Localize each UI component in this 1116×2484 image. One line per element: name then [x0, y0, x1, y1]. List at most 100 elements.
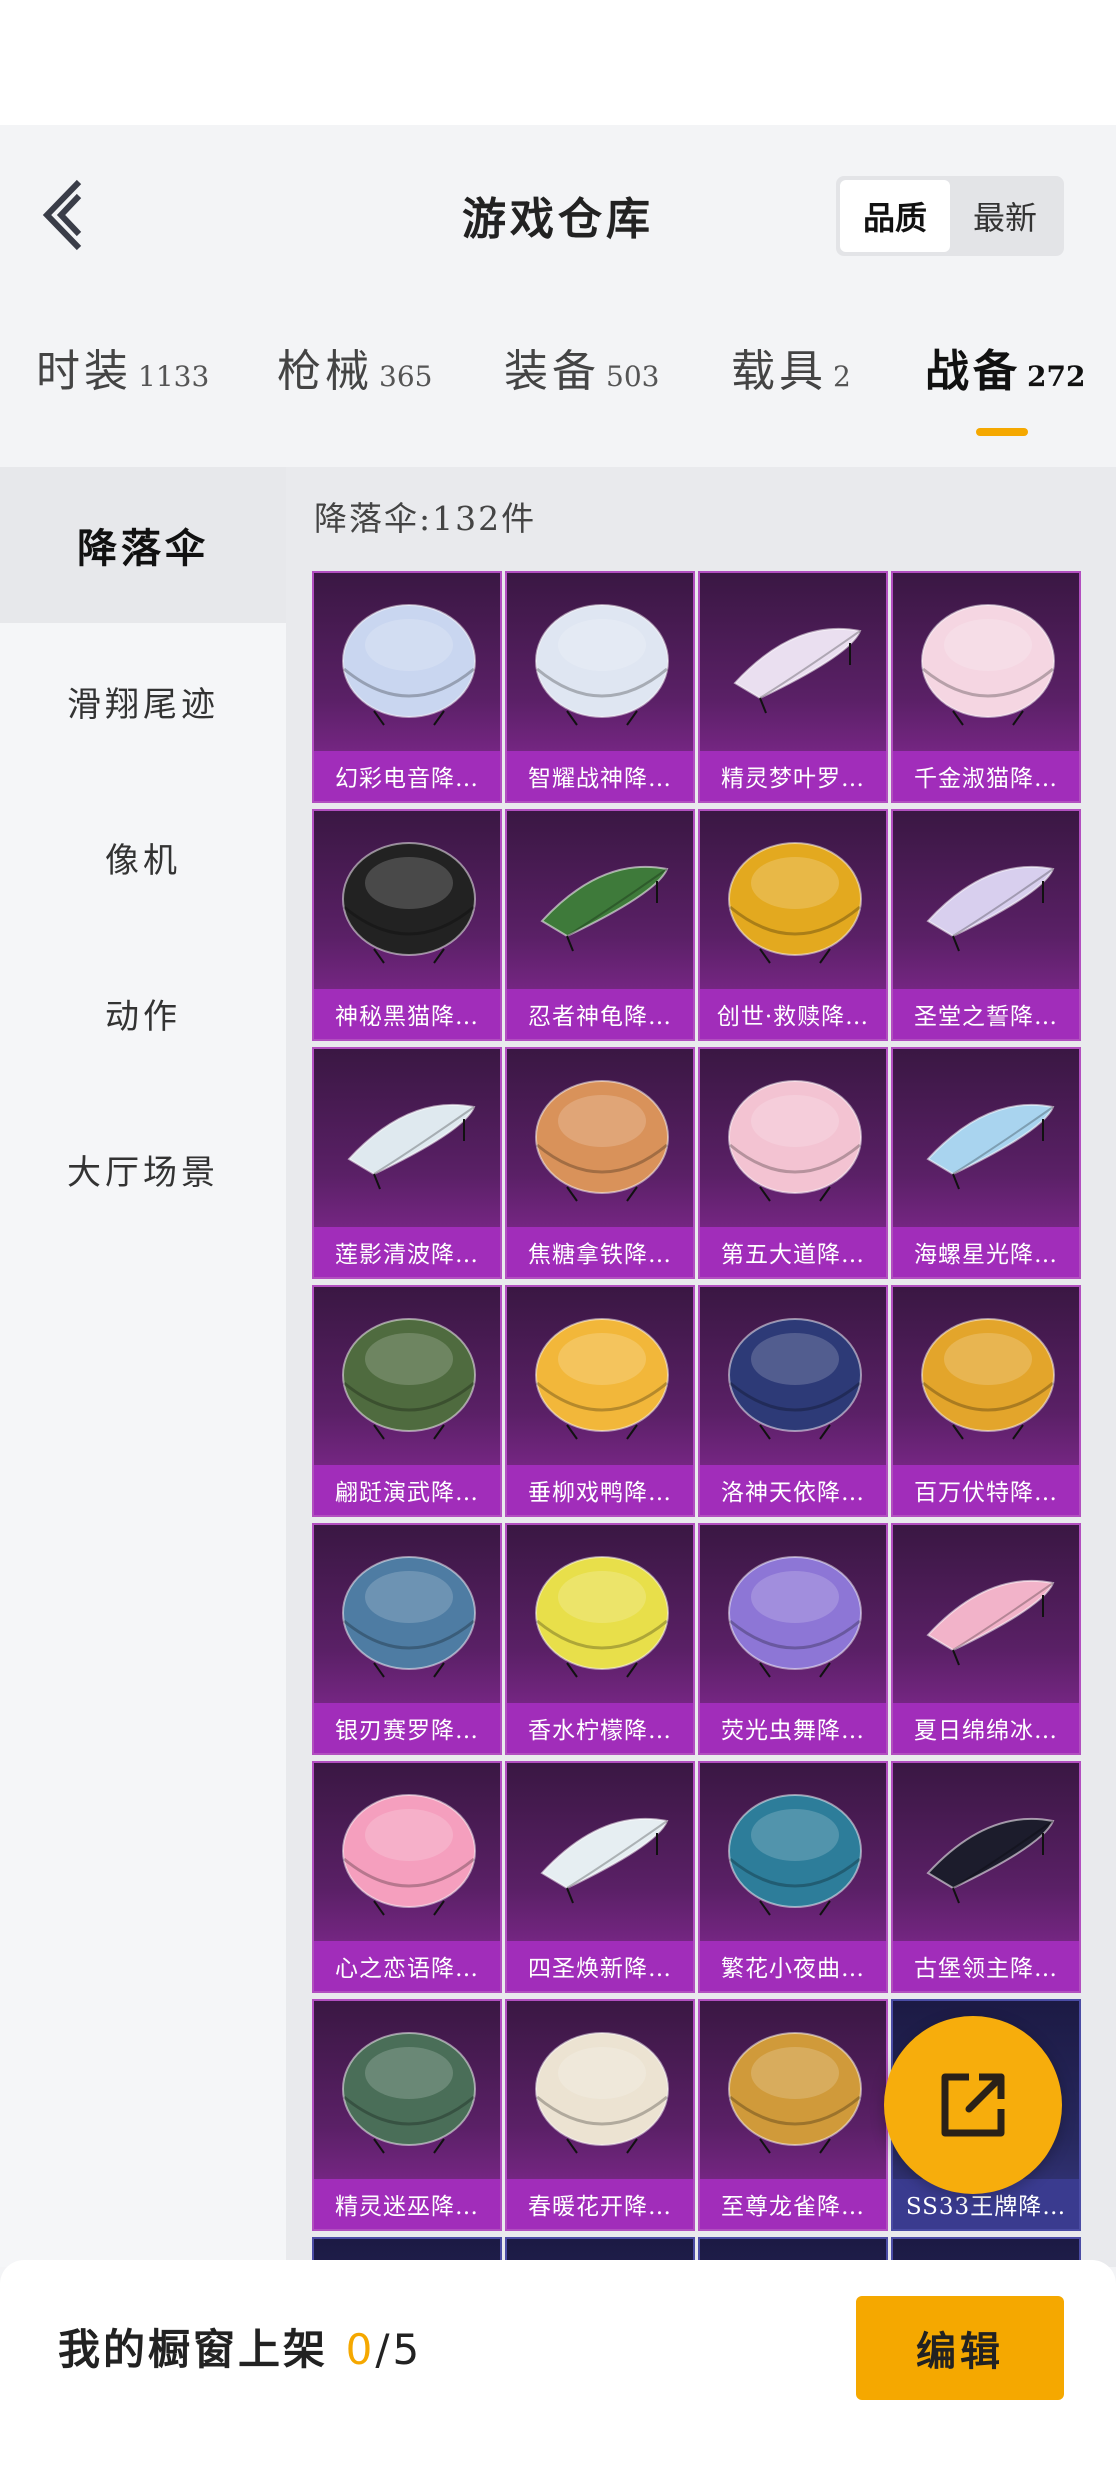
item-name: 夏日绵绵冰…	[893, 1703, 1079, 1753]
tab-weapons[interactable]: 枪械 365	[277, 335, 432, 399]
inventory-item-card[interactable]: 繁花小夜曲…	[698, 1761, 888, 1993]
item-name: 翩跹演武降…	[314, 1465, 500, 1515]
inventory-item-card[interactable]: 垂柳戏鸭降…	[505, 1285, 695, 1517]
parachute-icon	[728, 1080, 862, 1202]
sort-option-newest[interactable]: 最新	[950, 180, 1060, 252]
parachute-icon	[342, 842, 476, 964]
inventory-item-card[interactable]: 神秘黑猫降…	[312, 809, 502, 1041]
sidebar: 降落伞 滑翔尾迹 像机 动作 大厅场景	[0, 467, 286, 2267]
glider-icon	[926, 1579, 1055, 1666]
item-name: 至尊龙雀降…	[700, 2179, 886, 2229]
parachute-icon	[728, 1794, 862, 1916]
parachute-icon	[728, 1556, 862, 1678]
parachute-icon	[535, 1318, 669, 1440]
parachute-icon	[921, 1318, 1055, 1440]
status-bar	[0, 0, 1116, 125]
inventory-item-card[interactable]: 春暖花开降…	[505, 1999, 695, 2231]
inventory-item-card[interactable]: 第五大道降…	[698, 1047, 888, 1279]
inventory-item-card[interactable]: 焦糖拿铁降…	[505, 1047, 695, 1279]
item-name: 焦糖拿铁降…	[507, 1227, 693, 1277]
parachute-icon	[921, 604, 1055, 726]
sidebar-item-lobby-scene[interactable]: 大厅场景	[0, 1091, 286, 1247]
sort-option-quality[interactable]: 品质	[840, 180, 950, 252]
showcase-status: 我的橱窗上架 0/5	[58, 2316, 422, 2377]
tab-count: 2	[833, 360, 851, 393]
parachute-icon	[535, 604, 669, 726]
item-name: 洛神天依降…	[700, 1465, 886, 1515]
showcase-current-count: 0	[345, 2325, 376, 2374]
glider-icon	[926, 865, 1055, 952]
tab-label: 装备	[504, 346, 600, 397]
inventory-item-card[interactable]: 香水柠檬降…	[505, 1523, 695, 1755]
share-button[interactable]	[884, 2016, 1062, 2194]
active-tab-indicator	[976, 428, 1028, 436]
inventory-item-card[interactable]: 洛神天依降…	[698, 1285, 888, 1517]
parachute-icon	[342, 2032, 476, 2154]
item-name: 古堡领主降…	[893, 1941, 1079, 1991]
inventory-item-card[interactable]: 创世·救赎降…	[698, 809, 888, 1041]
showcase-total: /5	[375, 2325, 423, 2374]
sidebar-item-glide-trail[interactable]: 滑翔尾迹	[0, 623, 286, 779]
glider-icon	[733, 627, 862, 714]
inventory-item-card[interactable]: 海螺星光降…	[891, 1047, 1081, 1279]
item-name: 幻彩电音降…	[314, 751, 500, 801]
inventory-item-card[interactable]: 荧光虫舞降…	[698, 1523, 888, 1755]
item-name: 智耀战神降…	[507, 751, 693, 801]
item-name: 香水柠檬降…	[507, 1703, 693, 1753]
tab-costume[interactable]: 时装 1133	[36, 335, 209, 399]
inventory-item-card[interactable]: 精灵梦叶罗…	[698, 571, 888, 803]
tab-count: 365	[379, 360, 433, 393]
sidebar-item-parachute[interactable]: 降落伞	[0, 467, 286, 623]
sidebar-item-camera[interactable]: 像机	[0, 779, 286, 935]
inventory-item-card[interactable]	[312, 2237, 502, 2261]
inventory-item-card[interactable]	[505, 2237, 695, 2261]
inventory-item-card[interactable]: 幻彩电音降…	[312, 571, 502, 803]
inventory-item-card[interactable]: 圣堂之誓降…	[891, 809, 1081, 1041]
inventory-item-card[interactable]	[698, 2237, 888, 2261]
item-name: 四圣焕新降…	[507, 1941, 693, 1991]
inventory-item-card[interactable]: 古堡领主降…	[891, 1761, 1081, 1993]
tab-battle-gear[interactable]: 战备 272	[925, 335, 1085, 399]
tab-count: 272	[1027, 360, 1086, 393]
parachute-icon	[728, 1318, 862, 1440]
tab-label: 枪械	[277, 346, 373, 397]
item-grid: 幻彩电音降… 智耀战神降… 精灵梦叶罗… 千金淑猫降… 神秘黑猫降… 忍者神龟降… 创世·救…	[312, 571, 1090, 2261]
inventory-item-card[interactable]: 忍者神龟降…	[505, 809, 695, 1041]
item-name: 第五大道降…	[700, 1227, 886, 1277]
tab-equipment[interactable]: 装备 503	[504, 335, 659, 399]
inventory-item-card[interactable]: 精灵迷巫降…	[312, 1999, 502, 2231]
item-name: 创世·救赎降…	[700, 989, 886, 1039]
category-tabs: 时装 1133 枪械 365 装备 503 载具 2 战备 272	[0, 335, 1116, 435]
parachute-icon	[535, 2032, 669, 2154]
glider-icon	[540, 1817, 669, 1904]
item-name: 繁花小夜曲…	[700, 1941, 886, 1991]
item-name: 银刃赛罗降…	[314, 1703, 500, 1753]
inventory-item-card[interactable]: 智耀战神降…	[505, 571, 695, 803]
inventory-item-card[interactable]: 百万伏特降…	[891, 1285, 1081, 1517]
inventory-item-card[interactable]: 银刃赛罗降…	[312, 1523, 502, 1755]
parachute-icon	[728, 842, 862, 964]
inventory-item-card[interactable]: 莲影清波降…	[312, 1047, 502, 1279]
glider-icon	[926, 1817, 1055, 1904]
showcase-label: 我的橱窗上架	[58, 2325, 346, 2374]
sort-toggle: 品质 最新	[836, 176, 1064, 256]
parachute-icon	[342, 1318, 476, 1440]
inventory-item-card[interactable]: 心之恋语降…	[312, 1761, 502, 1993]
edit-button[interactable]: 编辑	[856, 2296, 1064, 2400]
sidebar-item-emote[interactable]: 动作	[0, 935, 286, 1091]
item-name: 百万伏特降…	[893, 1465, 1079, 1515]
inventory-item-card[interactable]	[891, 2237, 1081, 2261]
item-name: 荧光虫舞降…	[700, 1703, 886, 1753]
item-count-label: 降落伞:132件	[314, 499, 537, 538]
inventory-item-card[interactable]: 至尊龙雀降…	[698, 1999, 888, 2231]
tab-vehicles[interactable]: 载具 2	[731, 335, 851, 399]
inventory-item-card[interactable]: 千金淑猫降…	[891, 571, 1081, 803]
inventory-item-card[interactable]: 翩跹演武降…	[312, 1285, 502, 1517]
glider-icon	[540, 865, 669, 952]
inventory-item-card[interactable]: 夏日绵绵冰…	[891, 1523, 1081, 1755]
inventory-item-card[interactable]: 四圣焕新降…	[505, 1761, 695, 1993]
glider-icon	[926, 1103, 1055, 1190]
item-name: 春暖花开降…	[507, 2179, 693, 2229]
item-name: 海螺星光降…	[893, 1227, 1079, 1277]
item-name: 精灵梦叶罗…	[700, 751, 886, 801]
